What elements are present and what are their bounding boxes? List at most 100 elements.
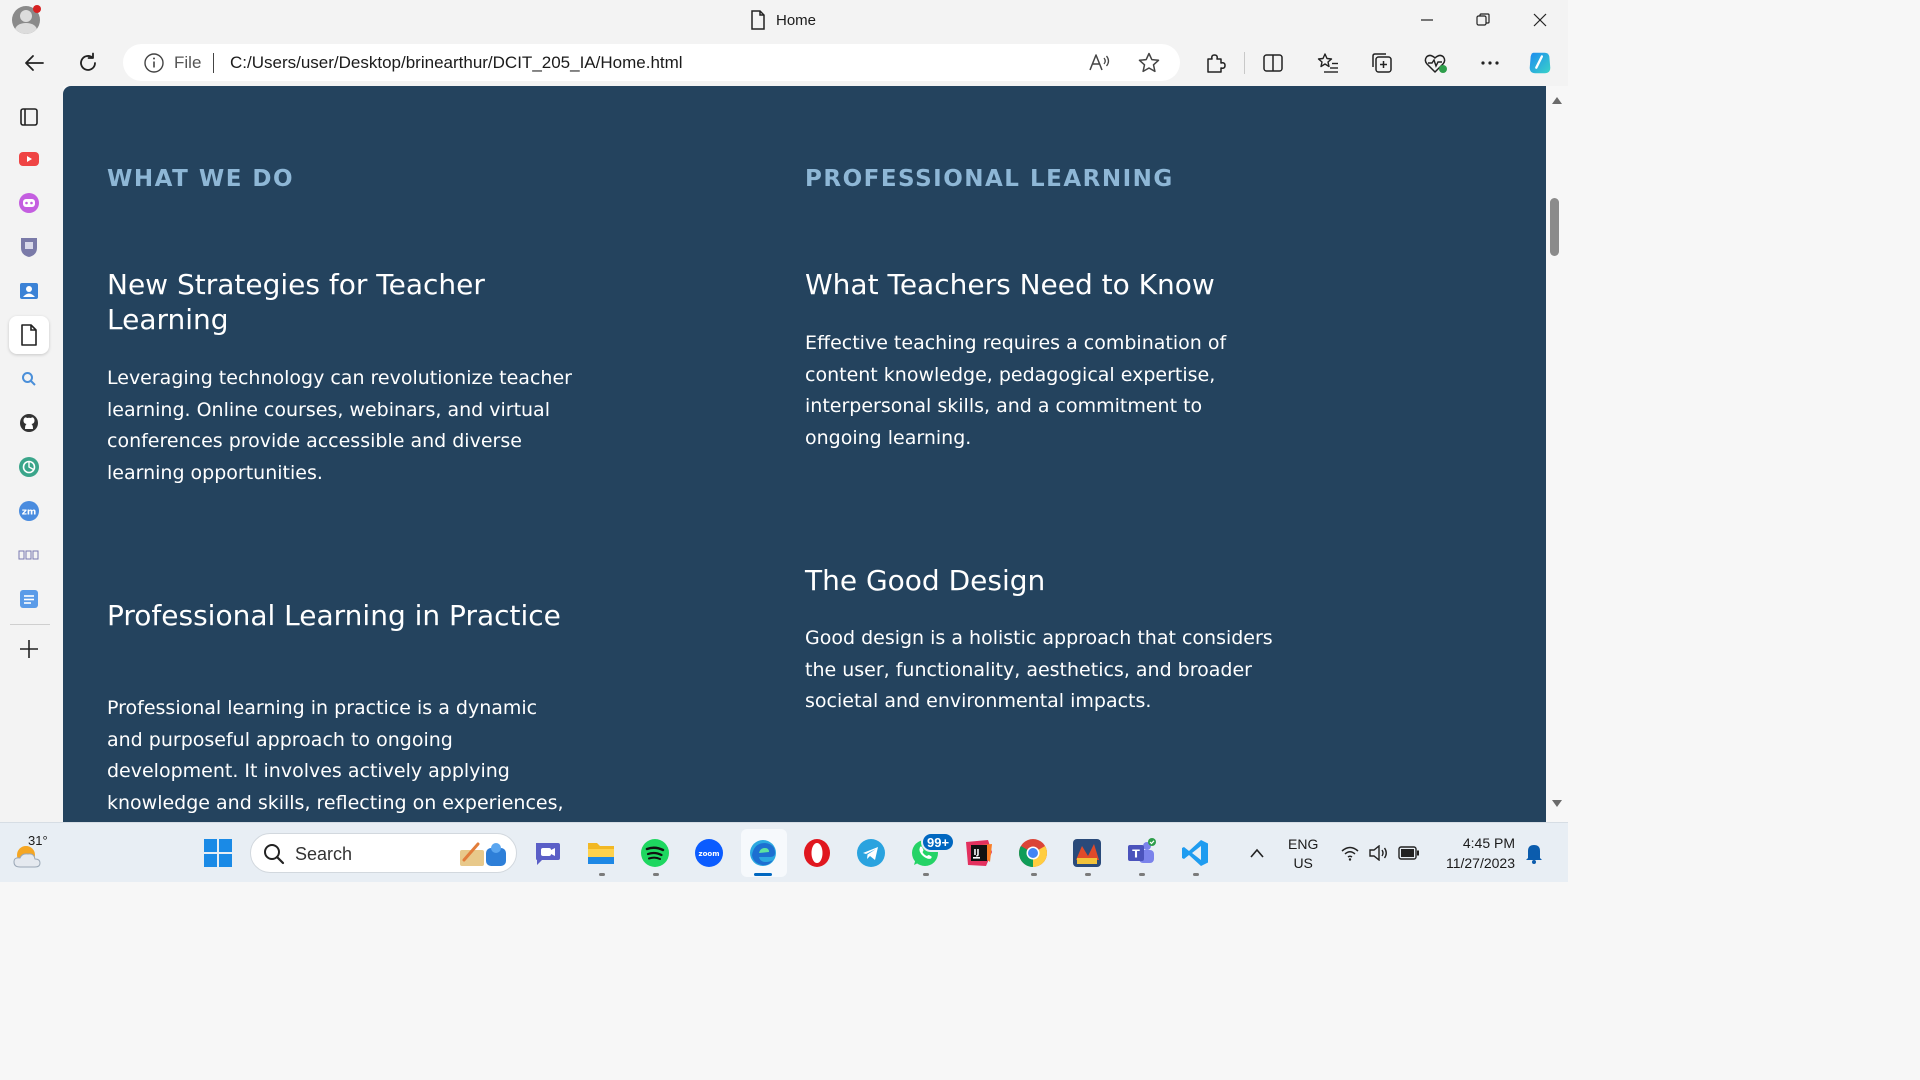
favorites-button[interactable] (1314, 49, 1342, 77)
sidebar-notes[interactable] (17, 587, 41, 611)
sidebar-chatgpt[interactable] (17, 455, 41, 479)
language-code: ENG (1288, 836, 1319, 852)
teams-icon: T (1128, 838, 1156, 863)
address-divider (213, 53, 214, 73)
spotify-icon (641, 839, 669, 867)
bell-icon (1526, 845, 1542, 864)
heart-pulse-icon (1424, 54, 1447, 73)
sidebar-youtube[interactable] (17, 147, 41, 171)
what-we-do-heading: WHAT WE DO (107, 166, 295, 192)
split-screen-button[interactable] (1259, 49, 1287, 77)
tab-actions-button[interactable] (17, 105, 41, 129)
sidebar-zoom[interactable]: zm (17, 499, 41, 523)
back-button[interactable] (20, 49, 48, 77)
taskbar-game[interactable] (1070, 836, 1104, 870)
windows-logo-icon (204, 839, 232, 867)
vertical-scrollbar[interactable] (1546, 86, 1568, 822)
card-title: What Teachers Need to Know (805, 268, 1215, 301)
copilot-icon (1529, 52, 1551, 74)
more-options-button[interactable] (1476, 49, 1504, 77)
minimize-icon (1421, 19, 1433, 21)
search-icon (22, 372, 36, 386)
chat-bot-icon (19, 193, 39, 213)
collections-button[interactable] (1368, 49, 1396, 77)
refresh-button[interactable] (74, 49, 102, 77)
document-icon (21, 324, 37, 346)
system-clock[interactable]: 4:45 PM 11/27/2023 (1437, 833, 1515, 873)
ellipsis-icon (1481, 61, 1499, 65)
chevron-up-icon (1250, 848, 1264, 858)
running-indicator (1139, 873, 1145, 876)
sidebar-contacts[interactable] (17, 279, 41, 303)
notifications-button[interactable] (1517, 836, 1551, 870)
taskbar-teams-chat[interactable] (530, 836, 564, 870)
sidebar-dcit[interactable] (17, 543, 41, 567)
opera-icon (804, 839, 830, 867)
contact-card-icon (20, 283, 38, 299)
taskbar-teams[interactable]: T (1124, 836, 1158, 870)
game-app-icon (1073, 839, 1101, 867)
scroll-down-arrow-icon[interactable] (1551, 798, 1563, 810)
sidebar-chat-app[interactable] (17, 191, 41, 215)
address-scheme-label: File (174, 53, 202, 72)
close-icon (1533, 13, 1547, 27)
running-indicator (599, 873, 605, 876)
address-bar[interactable]: File C:/Users/user/Desktop/brinearthur/D… (123, 44, 1180, 81)
sidebar-add-button[interactable] (17, 637, 41, 661)
extensions-button[interactable] (1201, 49, 1229, 77)
clock-time: 4:45 PM (1462, 835, 1515, 851)
sidebar-divider (10, 624, 50, 625)
language-indicator[interactable]: ENG US (1288, 835, 1318, 873)
info-icon[interactable] (143, 52, 165, 74)
active-app-indicator (754, 873, 772, 876)
card-title: Professional Learning in Practice (107, 599, 561, 632)
favorite-star-button[interactable] (1136, 50, 1162, 76)
running-indicator (1031, 873, 1037, 876)
university-crest-icon (21, 238, 37, 257)
taskbar-opera[interactable] (800, 836, 834, 870)
window-title-text: Home (776, 11, 817, 29)
sidebar-university[interactable] (17, 235, 41, 259)
scroll-up-arrow-icon[interactable] (1551, 94, 1563, 106)
tab-actions-icon (20, 108, 38, 126)
region-code: US (1293, 855, 1313, 871)
svg-text:zoom: zoom (699, 850, 720, 858)
taskbar-intellij[interactable]: IJ (962, 836, 996, 870)
svg-text:zm: zm (22, 508, 37, 518)
wifi-icon (1341, 846, 1359, 861)
copilot-button[interactable] (1526, 49, 1554, 77)
volume-control[interactable] (1361, 836, 1395, 870)
notes-icon (20, 590, 38, 608)
taskbar-vscode[interactable] (1178, 836, 1212, 870)
taskbar-telegram[interactable] (854, 836, 888, 870)
browser-essentials-button[interactable] (1422, 49, 1450, 77)
browser-toolbar: File C:/Users/user/Desktop/brinearthur/D… (0, 40, 1568, 86)
taskbar-spotify[interactable] (638, 836, 672, 870)
close-window-button[interactable] (1528, 8, 1552, 32)
sidebar-github[interactable] (17, 411, 41, 435)
taskbar-search-box[interactable]: Search (250, 833, 517, 873)
start-button[interactable] (201, 836, 235, 870)
taskbar-file-explorer[interactable] (584, 836, 618, 870)
browser-sidebar: zm (0, 86, 63, 822)
professional-learning-heading: PROFESSIONAL LEARNING (805, 166, 1174, 192)
read-aloud-button[interactable] (1086, 50, 1112, 76)
address-url[interactable]: C:/Users/user/Desktop/brinearthur/DCIT_2… (230, 53, 683, 73)
card-text: Professional learning in practice is a d… (107, 697, 564, 814)
plus-icon (20, 640, 38, 658)
dcit-logo-icon (18, 550, 39, 560)
minimize-button[interactable] (1415, 8, 1439, 32)
card-text: Good design is a holistic approach that … (805, 627, 1273, 712)
taskbar-edge[interactable] (746, 836, 780, 870)
taskbar-zoom[interactable]: zoom (692, 836, 726, 870)
show-hidden-icons-button[interactable] (1240, 836, 1274, 870)
sidebar-search[interactable] (17, 367, 41, 391)
refresh-icon (80, 52, 96, 71)
taskbar-chrome[interactable] (1016, 836, 1050, 870)
restore-button[interactable] (1471, 8, 1495, 32)
github-icon (20, 414, 38, 432)
sidebar-document[interactable] (17, 323, 41, 347)
weather-temperature: 31° (28, 833, 48, 848)
battery-status[interactable] (1392, 836, 1426, 870)
scroll-thumb[interactable] (1550, 198, 1559, 256)
